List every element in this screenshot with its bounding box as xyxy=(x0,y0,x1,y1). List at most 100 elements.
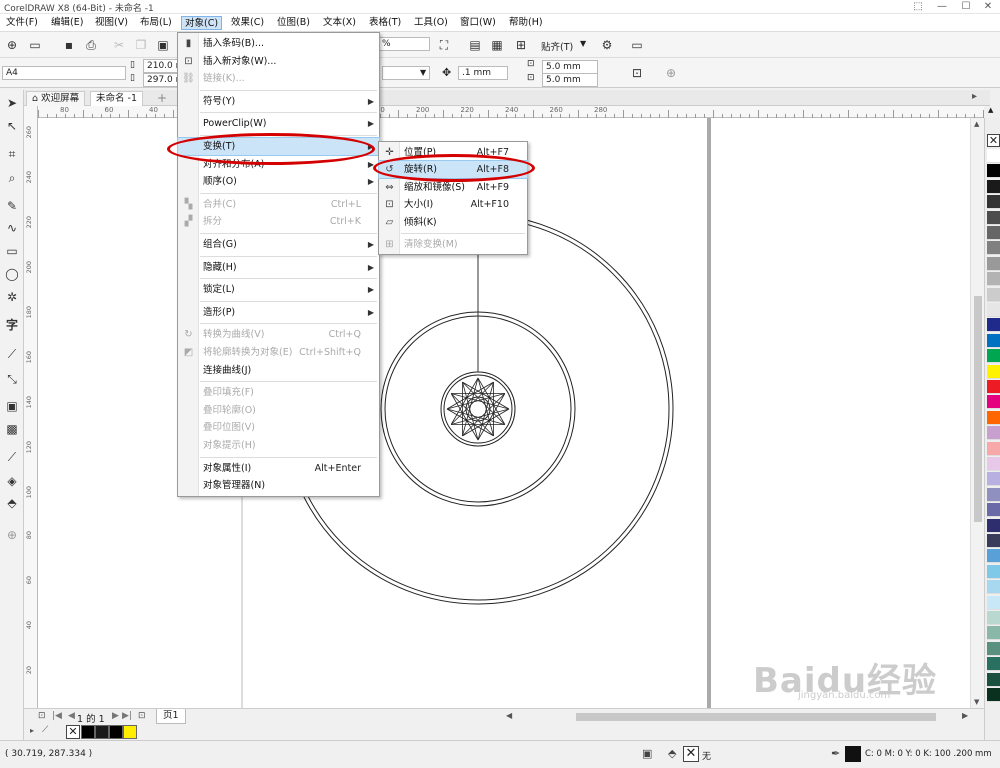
options-gear-icon[interactable]: ⚙ xyxy=(598,36,616,54)
guidelines-icon[interactable]: ⊞ xyxy=(512,36,530,54)
palette-swatch[interactable] xyxy=(987,426,1000,441)
full-screen-icon[interactable]: ⛶ xyxy=(435,36,453,54)
palette-swatch[interactable] xyxy=(987,395,1000,410)
help-icon[interactable]: ⬚ xyxy=(906,0,930,14)
docker-arrow-icon[interactable]: ▸ xyxy=(972,91,977,102)
document-color-swatch[interactable] xyxy=(123,725,137,739)
palette-swatch[interactable] xyxy=(987,457,1000,471)
text-tool-icon[interactable]: 字 xyxy=(3,316,21,334)
menu-3[interactable]: 布局(L) xyxy=(137,16,175,30)
palette-swatch[interactable] xyxy=(987,318,1000,333)
smart-fill-icon[interactable]: ⬘ xyxy=(3,494,21,512)
palette-swatch[interactable] xyxy=(987,210,1000,225)
rulers-icon[interactable]: ▤ xyxy=(466,36,484,54)
grid-icon[interactable]: ▦ xyxy=(488,36,506,54)
menu-item[interactable]: ⊡ 大小(I) Alt+F10 xyxy=(379,196,527,213)
connector-tool-icon[interactable]: ⤡ xyxy=(3,370,21,388)
zoom-tool-icon[interactable]: ⌕ xyxy=(3,169,21,187)
palette-swatch[interactable] xyxy=(987,441,1000,456)
fill-none-swatch[interactable]: ✕ xyxy=(683,746,699,762)
palette-swatch[interactable] xyxy=(987,333,1000,348)
palette-swatch[interactable] xyxy=(987,349,1000,364)
scroll-thumb[interactable] xyxy=(974,296,982,522)
freehand-tool-icon[interactable]: ✎ xyxy=(3,197,21,215)
rectangle-tool-icon[interactable]: ▭ xyxy=(3,242,21,260)
close-button[interactable]: ✕ xyxy=(976,0,1000,14)
menu-item[interactable]: ▱ 倾斜(K) xyxy=(379,214,527,231)
outline-pen-icon[interactable]: ✒ xyxy=(831,747,840,760)
ellipse-tool-icon[interactable]: ◯ xyxy=(3,265,21,283)
palette-swatch[interactable] xyxy=(987,688,1000,702)
scroll-right-icon[interactable]: ▶ xyxy=(962,711,968,720)
menu-item[interactable]: 造形(P) ▶ xyxy=(178,304,379,321)
palette-swatch[interactable] xyxy=(987,564,1000,579)
eyedropper-icon[interactable]: ⟋ xyxy=(3,448,21,466)
palette-swatch[interactable] xyxy=(987,487,1000,502)
eyedropper-small-icon[interactable]: ⟋ xyxy=(42,725,48,735)
page-tab[interactable]: 页1 xyxy=(156,709,186,724)
menu-item[interactable]: ⊡ 插入新对象(W)... xyxy=(178,53,379,70)
palette-swatch[interactable] xyxy=(987,657,1000,672)
add-tool-icon[interactable]: ⊕ xyxy=(3,526,21,544)
add-page-icon[interactable]: ⊡ xyxy=(38,711,46,721)
chevron-down-icon[interactable]: ▼ xyxy=(580,39,586,48)
menu-9[interactable]: 工具(O) xyxy=(411,16,451,30)
fill-bucket-icon[interactable]: ⬘ xyxy=(668,747,676,760)
transparency-icon[interactable]: ▩ xyxy=(3,420,21,438)
menu-item[interactable]: 符号(Y) ▶ xyxy=(178,93,379,110)
menu-item[interactable]: 隐藏(H) ▶ xyxy=(178,259,379,276)
menu-1[interactable]: 编辑(E) xyxy=(48,16,86,30)
palette-swatch[interactable] xyxy=(987,303,1000,317)
treat-as-filled-icon[interactable]: ⊡ xyxy=(628,64,646,82)
palette-swatch[interactable] xyxy=(987,672,1000,687)
paste-icon[interactable]: ▣ xyxy=(154,36,172,54)
palette-swatch[interactable] xyxy=(987,179,1000,194)
next-page-icon[interactable]: ▶ xyxy=(112,711,119,721)
menu-item[interactable]: 组合(G) ▶ xyxy=(178,236,379,253)
palette-swatch[interactable] xyxy=(987,272,1000,287)
document-color-swatch[interactable] xyxy=(95,725,109,739)
nudge-distance-field[interactable]: .1 mm xyxy=(458,66,508,80)
menu-item[interactable]: PowerClip(W) ▶ xyxy=(178,115,379,132)
maximize-button[interactable]: ☐ xyxy=(954,0,978,14)
menu-2[interactable]: 视图(V) xyxy=(92,16,131,30)
palette-swatch[interactable] xyxy=(987,149,1000,163)
menu-8[interactable]: 表格(T) xyxy=(366,16,404,30)
interactive-fill-icon[interactable]: ◈ xyxy=(3,472,21,490)
vertical-ruler[interactable]: 260 240 220 200 180 160 140 120 100 80 60 40 20 xyxy=(24,106,38,708)
palette-swatch[interactable] xyxy=(987,364,1000,379)
palette-swatch[interactable] xyxy=(987,380,1000,394)
palette-swatch[interactable] xyxy=(987,580,1000,595)
palette-swatch[interactable] xyxy=(987,595,1000,610)
palette-swatch[interactable] xyxy=(987,534,1000,548)
outline-color-swatch[interactable] xyxy=(845,746,861,762)
shape-tool-icon[interactable]: ↖ xyxy=(3,117,21,135)
palette-swatch[interactable] xyxy=(987,503,1000,518)
save-icon[interactable]: ▪ xyxy=(60,36,78,54)
menu-item[interactable]: 顺序(O) ▶ xyxy=(178,173,379,190)
parallel-dimension-icon[interactable]: ⟋ xyxy=(3,345,21,363)
document-color-swatch[interactable] xyxy=(109,725,123,739)
palette-swatch[interactable] xyxy=(987,256,1000,271)
vertical-scrollbar[interactable]: ▲ ▼ xyxy=(970,118,984,708)
new-document-icon[interactable]: ⊕ xyxy=(3,36,21,54)
duplicate-x-field[interactable]: 5.0 mm xyxy=(542,60,598,74)
pick-tool-icon[interactable]: ➤ xyxy=(3,94,21,112)
first-page-icon[interactable]: |◀ xyxy=(52,711,62,721)
star-pattern[interactable] xyxy=(446,377,510,441)
add-preset-icon[interactable]: ⊕ xyxy=(662,64,680,82)
palette-swatch[interactable] xyxy=(987,164,1000,179)
menu-5[interactable]: 效果(C) xyxy=(228,16,267,30)
menu-item[interactable]: 锁定(L) ▶ xyxy=(178,281,379,298)
new-tab-button[interactable]: + xyxy=(152,91,172,106)
palette-swatch[interactable] xyxy=(987,410,1000,425)
duplicate-y-field[interactable]: 5.0 mm xyxy=(542,73,598,87)
no-fill-swatch[interactable]: ✕ xyxy=(66,725,80,739)
add-page-end-icon[interactable]: ⊡ xyxy=(138,711,146,721)
menu-item[interactable]: 连接曲线(J) xyxy=(178,362,379,379)
horizontal-scroll-thumb[interactable] xyxy=(576,713,936,721)
page-size-select[interactable]: A4 xyxy=(2,66,126,80)
palette-swatch[interactable] xyxy=(987,226,1000,240)
color-proof-icon[interactable]: ▣ xyxy=(642,747,652,760)
palette-swatch[interactable] xyxy=(987,287,1000,302)
